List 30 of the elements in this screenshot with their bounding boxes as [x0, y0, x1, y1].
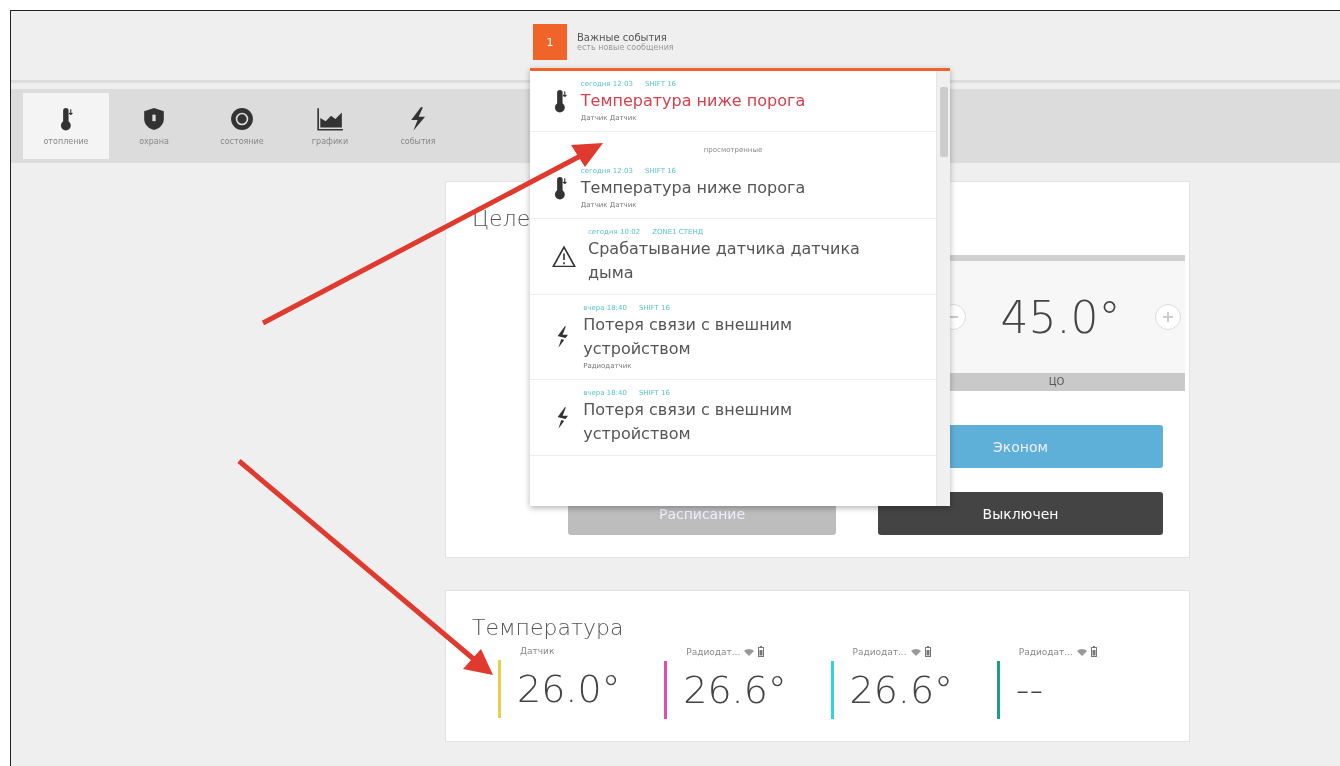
tab-label: события: [400, 136, 436, 146]
sensor-value: 26.6°: [849, 668, 954, 712]
sensor-value: 26.0°: [517, 667, 621, 711]
notification-count: 1: [533, 24, 567, 60]
mode-button[interactable]: Выключен: [878, 492, 1163, 535]
event-title: Потеря связи с внешним устройством: [583, 314, 794, 360]
event-title: Срабатывание датчика датчика дыма: [588, 238, 861, 284]
nav-tab[interactable]: события: [375, 93, 461, 159]
nav-tab[interactable]: отопление: [23, 93, 109, 159]
sensor-name: Радиодат...: [686, 646, 741, 657]
event-title: Потеря связи с внешним устройством: [583, 399, 794, 445]
sensor-value: --: [1015, 668, 1044, 712]
nav-tab[interactable]: графики: [287, 93, 373, 159]
event-title: Температура ниже порога: [580, 90, 807, 112]
sensor-name: Радиодат...: [852, 646, 907, 657]
event-title: Температура ниже порога: [580, 177, 807, 199]
tab-label: графики: [311, 136, 349, 146]
card-title: Температура: [472, 615, 624, 640]
sensor-name: Датчик: [520, 646, 555, 656]
tab-label: состояние: [220, 136, 264, 146]
nav-tab[interactable]: охрана: [111, 93, 197, 159]
notifications-title: Важные события: [577, 32, 668, 43]
tab-label: охрана: [139, 136, 169, 146]
tab-label: отопление: [43, 136, 89, 146]
card-title: Целе: [472, 206, 531, 231]
notifications-subtitle: есть новые сообщения: [577, 43, 674, 52]
setpoint-value: 45.0°: [1000, 291, 1121, 343]
nav-tab[interactable]: состояние: [199, 93, 285, 159]
sensor-name: Радиодат...: [1018, 646, 1073, 657]
sensor-value: 26.6°: [683, 668, 787, 712]
